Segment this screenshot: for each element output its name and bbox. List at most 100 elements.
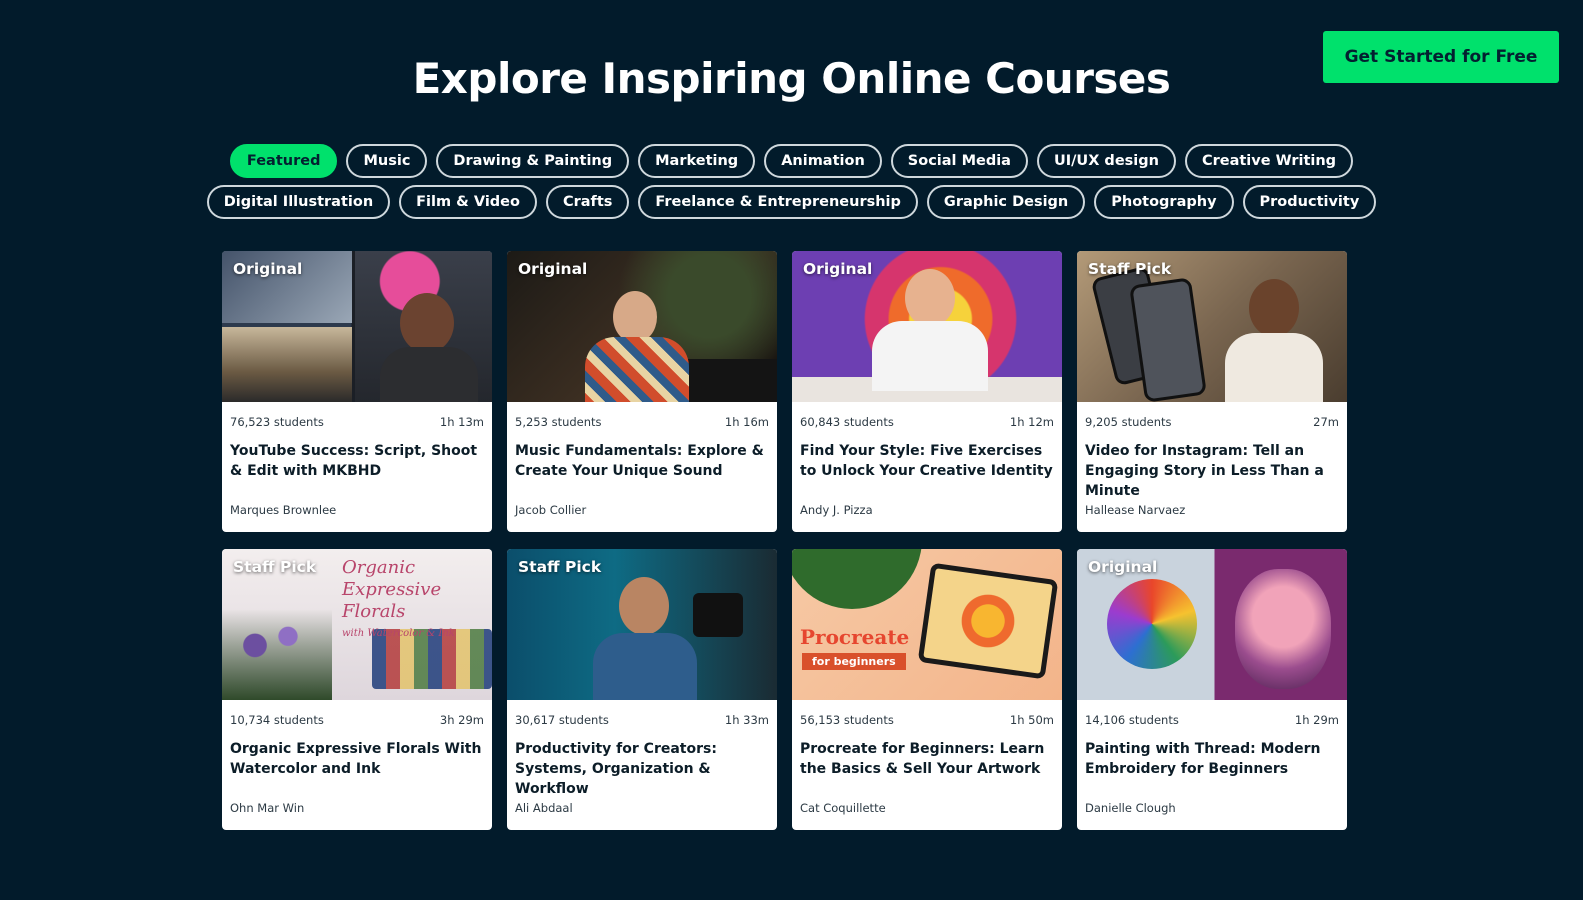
course-title[interactable]: Music Fundamentals: Explore & Create You… (507, 429, 777, 503)
course-meta: 10,734 students 3h 29m (222, 700, 492, 727)
category-chip-drawing-painting[interactable]: Drawing & Painting (436, 144, 630, 178)
category-chip-graphic-design[interactable]: Graphic Design (926, 185, 1086, 219)
category-chip-ui-ux-design[interactable]: UI/UX design (1036, 144, 1176, 178)
student-count: 14,106 students (1085, 713, 1179, 727)
course-title[interactable]: Productivity for Creators: Systems, Orga… (507, 727, 777, 801)
course-meta: 14,106 students 1h 29m (1077, 700, 1347, 727)
thumbnail-art (222, 327, 352, 402)
student-count: 30,617 students (515, 713, 609, 727)
category-chip-crafts[interactable]: Crafts (545, 185, 630, 219)
thumbnail-text-line: Procreate (800, 625, 910, 649)
page: Get Started for Free Explore Inspiring O… (0, 0, 1583, 900)
category-chip-productivity[interactable]: Productivity (1242, 185, 1377, 219)
course-title[interactable]: Find Your Style: Five Exercises to Unloc… (792, 429, 1062, 503)
thumbnail-art (400, 293, 454, 353)
course-card[interactable]: Organic Expressive Florals with Watercol… (222, 549, 492, 830)
course-badge: Original (233, 260, 303, 278)
course-thumbnail: Procreate for beginners (792, 549, 1062, 700)
category-chip-photography[interactable]: Photography (1094, 185, 1234, 219)
teacher-name[interactable]: Hallease Narvaez (1077, 503, 1347, 517)
course-meta: 9,205 students 27m (1077, 402, 1347, 429)
course-thumbnail: Staff Pick (1077, 251, 1347, 402)
category-chip-featured[interactable]: Featured (229, 144, 338, 178)
thumbnail-script-text: Organic Expressive Florals with Watercol… (342, 557, 492, 645)
course-meta: 56,153 students 1h 50m (792, 700, 1062, 727)
category-chip-film-video[interactable]: Film & Video (399, 185, 537, 219)
course-duration: 1h 12m (1009, 415, 1054, 429)
thumbnail-art (905, 269, 955, 327)
thumbnail-art (380, 347, 478, 402)
course-duration: 1h 29m (1294, 713, 1339, 727)
teacher-name[interactable]: Ali Abdaal (507, 801, 777, 815)
thumbnail-art (619, 577, 669, 635)
teacher-name[interactable]: Jacob Collier (507, 503, 777, 517)
course-thumbnail: Original (792, 251, 1062, 402)
course-card[interactable]: Original 60,843 students 1h 12m Find You… (792, 251, 1062, 532)
thumbnail-art (693, 593, 743, 637)
teacher-name[interactable]: Cat Coquillette (792, 801, 1062, 815)
thumbnail-text-line: for beginners (802, 653, 906, 670)
teacher-name[interactable]: Ohn Mar Win (222, 801, 492, 815)
thumbnail-art (585, 337, 689, 402)
thumbnail-art (792, 549, 922, 609)
student-count: 60,843 students (800, 415, 894, 429)
course-meta: 76,523 students 1h 13m (222, 402, 492, 429)
teacher-name[interactable]: Marques Brownlee (222, 503, 492, 517)
course-thumbnail: Original (222, 251, 492, 402)
course-card[interactable]: Original 5,253 students 1h 16m Music Fun… (507, 251, 777, 532)
course-badge: Staff Pick (233, 558, 317, 576)
thumbnail-art (593, 633, 697, 700)
course-badge: Staff Pick (518, 558, 602, 576)
student-count: 10,734 students (230, 713, 324, 727)
course-badge: Original (1088, 558, 1158, 576)
category-chip-social-media[interactable]: Social Media (890, 144, 1028, 178)
course-meta: 5,253 students 1h 16m (507, 402, 777, 429)
course-title[interactable]: Video for Instagram: Tell an Engaging St… (1077, 429, 1347, 503)
thumbnail-art (917, 562, 1059, 680)
course-title[interactable]: YouTube Success: Script, Shoot & Edit wi… (222, 429, 492, 503)
thumbnail-text-line: Organic Expressive (342, 557, 442, 600)
thumbnail-art (1129, 277, 1207, 402)
category-chip-animation[interactable]: Animation (764, 144, 882, 178)
course-card[interactable]: Procreate for beginners 56,153 students … (792, 549, 1062, 830)
course-title[interactable]: Organic Expressive Florals With Watercol… (222, 727, 492, 801)
course-duration: 27m (1313, 415, 1339, 429)
category-chip-digital-illustration[interactable]: Digital Illustration (206, 185, 391, 219)
thumbnail-art (1249, 279, 1299, 337)
student-count: 9,205 students (1085, 415, 1172, 429)
thumbnail-text-line: Florals (342, 601, 406, 622)
category-chip-music[interactable]: Music (346, 144, 428, 178)
course-thumbnail: Original (1077, 549, 1347, 700)
course-card[interactable]: Staff Pick 30,617 students 1h 33m Produc… (507, 549, 777, 830)
category-chips-row-2: Digital Illustration Film & Video Crafts… (0, 185, 1583, 219)
category-chip-marketing[interactable]: Marketing (638, 144, 756, 178)
course-thumbnail: Staff Pick (507, 549, 777, 700)
course-duration: 1h 13m (439, 415, 484, 429)
course-card[interactable]: Original 76,523 students 1h 13m YouTube … (222, 251, 492, 532)
thumbnail-art (677, 359, 777, 402)
category-chip-creative-writing[interactable]: Creative Writing (1184, 144, 1354, 178)
course-card[interactable]: Original 14,106 students 1h 29m Painting… (1077, 549, 1347, 830)
course-badge: Original (518, 260, 588, 278)
course-duration: 1h 16m (724, 415, 769, 429)
course-title[interactable]: Painting with Thread: Modern Embroidery … (1077, 727, 1347, 801)
course-grid: Original 76,523 students 1h 13m YouTube … (222, 251, 1347, 830)
page-title: Explore Inspiring Online Courses (412, 54, 1171, 103)
category-chip-freelance[interactable]: Freelance & Entrepreneurship (638, 185, 918, 219)
course-badge: Original (803, 260, 873, 278)
course-meta: 30,617 students 1h 33m (507, 700, 777, 727)
thumbnail-art (613, 291, 657, 343)
thumbnail-art (872, 321, 988, 391)
teacher-name[interactable]: Andy J. Pizza (792, 503, 1062, 517)
category-chips-row-1: Featured Music Drawing & Painting Market… (0, 144, 1583, 178)
course-badge: Staff Pick (1088, 260, 1172, 278)
teacher-name[interactable]: Danielle Clough (1077, 801, 1347, 815)
thumbnail-art (1225, 333, 1323, 402)
course-title[interactable]: Procreate for Beginners: Learn the Basic… (792, 727, 1062, 801)
thumbnail-art (222, 609, 332, 700)
student-count: 5,253 students (515, 415, 602, 429)
course-thumbnail: Original (507, 251, 777, 402)
course-duration: 1h 33m (724, 713, 769, 727)
course-card[interactable]: Staff Pick 9,205 students 27m Video for … (1077, 251, 1347, 532)
course-duration: 3h 29m (439, 713, 484, 727)
